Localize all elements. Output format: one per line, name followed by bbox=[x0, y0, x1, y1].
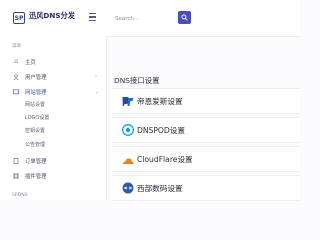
provider-card-west[interactable]: 西部数码设置 bbox=[112, 175, 300, 201]
hamburger-menu-icon[interactable] bbox=[89, 13, 96, 21]
provider-card-dnspod[interactable]: DNSPOD设置 bbox=[112, 117, 300, 143]
sidebar-item-sites[interactable]: 网站管理 ⌄ bbox=[0, 87, 105, 97]
brand-name: 迅风DNS分发 bbox=[29, 11, 75, 20]
search-button[interactable] bbox=[178, 11, 191, 24]
west-logo-icon bbox=[122, 182, 134, 194]
user-icon bbox=[13, 74, 19, 81]
document-icon bbox=[13, 158, 19, 164]
home-icon: ⌂ bbox=[14, 58, 18, 65]
sidebar-section-label: SPDNS bbox=[12, 193, 28, 198]
sidebar-subitem-announcements[interactable]: 公告管理 bbox=[25, 141, 45, 148]
provider-card-dns[interactable]: 帝恩爱斯设置 bbox=[112, 88, 300, 114]
dnspod-logo-icon bbox=[122, 124, 134, 136]
sidebar-item-orders[interactable]: 订单管理 bbox=[0, 156, 105, 166]
search-icon bbox=[181, 14, 188, 21]
sidebar-subitem-key-settings[interactable]: 密钥设置 bbox=[25, 127, 45, 134]
cloudflare-logo-icon bbox=[123, 158, 134, 164]
sidebar-item-home[interactable]: ⌂ 主页 bbox=[0, 57, 105, 67]
sidebar-subitem-site-settings[interactable]: 网站设置 bbox=[25, 101, 45, 108]
provider-name: CloudFlare设置 bbox=[137, 155, 193, 164]
sidebar-item-label: 用户管理 bbox=[25, 75, 47, 81]
sidebar-item-label: 网站管理 bbox=[25, 90, 47, 96]
sidebar-item-plugins[interactable]: 插件管理 bbox=[0, 171, 105, 181]
sidebar-item-label: 主页 bbox=[25, 60, 36, 66]
sidebar-section-label: 菜单 bbox=[12, 44, 22, 49]
chevron-down-icon: ⌄ bbox=[95, 89, 100, 95]
sidebar-item-users[interactable]: 用户管理 › bbox=[0, 72, 105, 82]
provider-name: 西部数码设置 bbox=[137, 184, 183, 193]
sidebar-subitem-logo-settings[interactable]: LOGO设置 bbox=[25, 114, 49, 121]
plugin-icon bbox=[13, 173, 19, 179]
provider-name: 帝恩爱斯设置 bbox=[137, 97, 183, 106]
sidebar: SP 迅风DNS分发 菜单 ⌂ 主页 用户管理 › 网站管理 ⌄ 网站设置 LO… bbox=[0, 0, 107, 200]
chevron-right-icon: › bbox=[95, 74, 97, 80]
provider-name: DNSPOD设置 bbox=[137, 126, 185, 135]
site-icon bbox=[13, 89, 19, 95]
page-title: DNS接口设置 bbox=[114, 76, 160, 85]
sidebar-item-label: 订单管理 bbox=[25, 159, 47, 165]
logo: SP bbox=[13, 12, 25, 24]
dns-logo-icon bbox=[122, 97, 134, 106]
provider-card-cloudflare[interactable]: CloudFlare设置 bbox=[112, 146, 300, 172]
sidebar-item-label: 插件管理 bbox=[25, 174, 47, 180]
search-input[interactable] bbox=[115, 12, 173, 25]
topbar bbox=[106, 0, 300, 37]
